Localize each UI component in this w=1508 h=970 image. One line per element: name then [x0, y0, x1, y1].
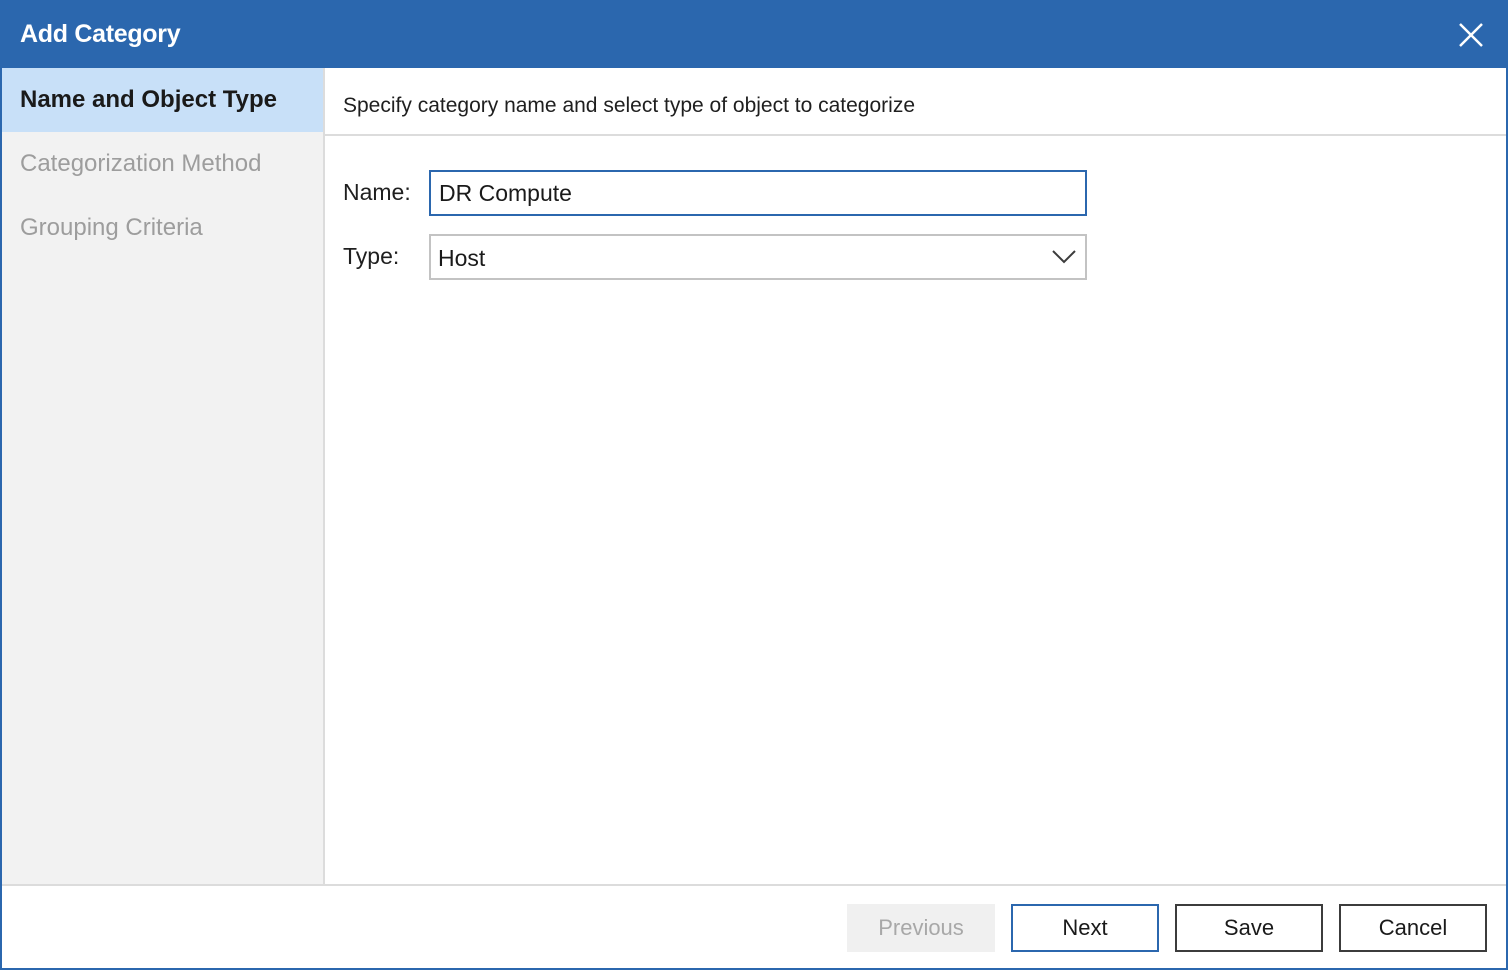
name-label: Name: — [343, 179, 411, 205]
step-name-and-object-type[interactable]: Name and Object Type — [2, 68, 323, 132]
next-button[interactable]: Next — [1011, 904, 1159, 952]
previous-button[interactable]: Previous — [847, 904, 995, 952]
type-label: Type: — [343, 243, 400, 269]
cancel-button[interactable]: Cancel — [1339, 904, 1487, 952]
type-selected-value: Host — [438, 245, 486, 271]
step-description: Specify category name and select type of… — [343, 94, 915, 117]
wizard-steps-sidebar: Name and Object Type Categorization Meth… — [2, 68, 325, 884]
close-button[interactable] — [1456, 20, 1486, 50]
step-categorization-method[interactable]: Categorization Method — [2, 132, 323, 196]
chevron-down-icon — [1052, 250, 1076, 264]
name-input[interactable] — [429, 170, 1087, 216]
type-dropdown[interactable]: Host — [429, 234, 1087, 280]
step-content-panel: Specify category name and select type of… — [325, 68, 1506, 884]
close-icon — [1459, 23, 1483, 47]
dialog-footer: Previous Next Save Cancel — [2, 884, 1506, 968]
save-button[interactable]: Save — [1175, 904, 1323, 952]
dialog-title: Add Category — [20, 20, 181, 48]
dialog-titlebar: Add Category — [2, 2, 1506, 68]
add-category-dialog: Add Category Name and Object Type Catego… — [0, 0, 1508, 970]
content-header: Specify category name and select type of… — [325, 68, 1506, 136]
step-grouping-criteria[interactable]: Grouping Criteria — [2, 196, 323, 260]
